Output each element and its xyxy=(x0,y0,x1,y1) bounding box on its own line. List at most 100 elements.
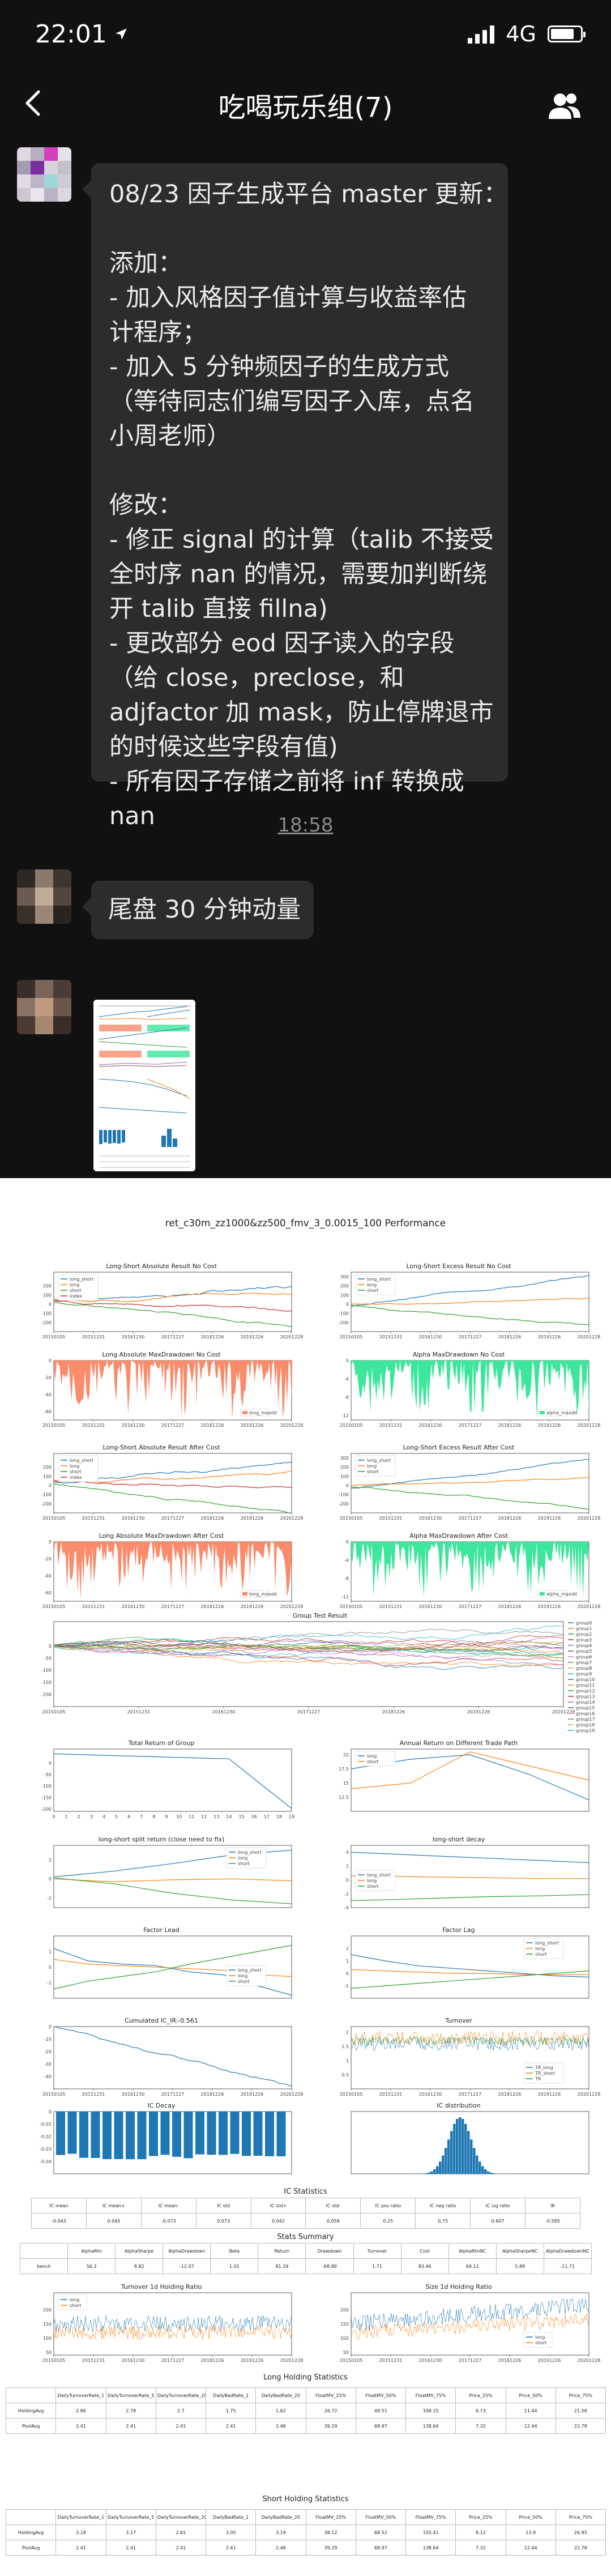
legend-label: group3 xyxy=(576,1637,592,1643)
ic-hist-bar xyxy=(430,2171,433,2174)
chevron-left-icon[interactable] xyxy=(17,86,51,120)
legend-label: long_maxdd xyxy=(249,1410,277,1415)
table-cell: 2.41 xyxy=(105,2418,156,2434)
x-tick-label: 20191226 xyxy=(538,1604,561,1609)
drawdown-area xyxy=(351,1542,589,1599)
table-cell: 13.9 xyxy=(505,2524,556,2540)
table-cell: 0.25 xyxy=(360,2213,416,2229)
table-cell: 26.72 xyxy=(305,2403,356,2419)
y-tick-label: -60 xyxy=(44,1409,52,1414)
chart-panel: Annual Return on Different Trade Path 20 1… xyxy=(328,1739,589,1824)
x-tick-label: 20171227 xyxy=(161,1604,185,1609)
x-tick-label: 20151231 xyxy=(379,1516,403,1521)
x-tick-label: 20150105 xyxy=(42,2358,66,2363)
message-line: - 修正 signal 的计算（talib 不接受 xyxy=(109,526,494,554)
legend-label: TR_short xyxy=(535,2071,555,2076)
avatar[interactable] xyxy=(17,869,71,924)
legend-swatch xyxy=(242,1592,247,1596)
table-header: IC mean xyxy=(31,2198,87,2214)
table-header: Price_25% xyxy=(455,2509,506,2525)
y-tick-label: 0 xyxy=(49,1302,52,1307)
legend-label: long xyxy=(238,1973,247,1978)
table-header: DailyBadRate_20 xyxy=(255,2387,306,2403)
y-tick-label: 50 xyxy=(343,2350,349,2355)
y-tick-label: 150 xyxy=(43,2322,52,2327)
table-cell: 21.56 xyxy=(555,2403,606,2419)
avatar[interactable] xyxy=(17,980,71,1034)
y-tick-label: 0 xyxy=(346,1302,349,1307)
report-thumbnail[interactable] xyxy=(93,1000,195,1171)
table-cell: 2.86 xyxy=(55,2403,106,2419)
table-header: Price_50% xyxy=(505,2387,556,2403)
table-cell: 108.15 xyxy=(405,2403,456,2419)
legend-label: short xyxy=(70,2303,82,2308)
y-tick-label: -10 xyxy=(44,2037,52,2042)
series-line xyxy=(53,1481,292,1489)
report-image: ret_c30m_zz1000&zz500_fmv_3_0.0015_100 P… xyxy=(0,1178,611,2576)
x-tick-label: 16 xyxy=(251,1814,257,1819)
x-tick-label: 1 xyxy=(65,1814,68,1819)
group-members-icon[interactable] xyxy=(544,88,584,122)
y-tick-label: -100 xyxy=(339,1311,349,1316)
table-header: Beta xyxy=(210,2243,259,2259)
chart-svg: Long Absolute MaxDrawdown After Cost 0 -20… xyxy=(42,1532,304,1609)
series-line xyxy=(53,1483,292,1513)
stats-title: IC Statistics xyxy=(284,2187,327,2196)
stats-table: DailyTurnoverRate_1 DailyTurnoverRate_5 Da… xyxy=(5,2509,606,2556)
stats-title: Long Holding Statistics xyxy=(263,2373,348,2382)
table-cell: 8.82 xyxy=(115,2258,164,2274)
x-tick-label: 20181226 xyxy=(201,2358,224,2363)
x-tick-label: 20191226 xyxy=(241,1334,264,1340)
ic-decay-bar xyxy=(230,2112,240,2154)
chart-panel: Long-Short Excess Result After Cost 300 20… xyxy=(328,1443,601,1522)
chart-svg: IC distribution xyxy=(351,2102,589,2174)
x-tick-label: 20161230 xyxy=(419,2358,442,2363)
chart-title: Factor Lag xyxy=(442,1926,475,1934)
table-cell: 68.52 xyxy=(355,2524,407,2540)
y-tick-label: -40 xyxy=(44,1392,52,1397)
message-bubble[interactable]: 尾盘 30 分钟动量 xyxy=(82,881,314,939)
table-header: AlphaDrawdownNC xyxy=(543,2243,592,2259)
series-line xyxy=(351,1477,589,1486)
x-tick-label: 4 xyxy=(102,1814,105,1819)
table-header: Turnover xyxy=(353,2243,401,2259)
table-header: AlphaRtn xyxy=(67,2243,116,2259)
chart-svg: Alpha MaxDrawdown After Cost 0 -4 -8 -12 2015… xyxy=(340,1532,601,1609)
chart-title: IC Decay xyxy=(148,2102,176,2109)
y-tick-label: -4 xyxy=(344,1376,349,1381)
chart-svg: Long-Short Excess Result After Cost 300 20… xyxy=(339,1444,601,1521)
ic-hist-bar xyxy=(470,2139,473,2174)
table-header: DailyTurnoverRate_5 xyxy=(105,2387,156,2403)
message-bubble[interactable]: 08/23 因子生成平台 master 更新： 添加： - 加入风格因子值计算与收益… xyxy=(82,163,508,830)
x-tick-label: 20150105 xyxy=(340,2358,363,2363)
x-tick-label: 20161230 xyxy=(419,2092,442,2097)
chart-svg: Annual Return on Different Trade Path 20 1… xyxy=(339,1739,589,1812)
x-tick-label: 20191226 xyxy=(241,1516,264,1521)
legend-label: long_short xyxy=(70,1277,93,1282)
legend-label: short xyxy=(238,1861,250,1866)
x-tick-label: 20171227 xyxy=(161,2092,185,2097)
x-tick-label: 5 xyxy=(115,1814,118,1819)
legend-label: group9 xyxy=(576,1671,592,1677)
table-cell: 1.75 xyxy=(205,2403,257,2419)
y-tick-label: -0.03 xyxy=(40,2147,52,2152)
x-tick-label: 20181226 xyxy=(498,2092,522,2097)
y-tick-label: -4 xyxy=(344,1905,349,1910)
table-cell: 68.97 xyxy=(355,2540,407,2556)
y-tick-label: 4 xyxy=(346,1850,349,1855)
chart-panel: Total Return of Group 0 -50 -100 -150 -200 0 1 2… xyxy=(31,1739,294,1824)
table-cell: 2.41 xyxy=(155,2418,207,2434)
legend-swatch xyxy=(540,1592,545,1596)
x-tick-label: 20171227 xyxy=(459,2092,482,2097)
chart-title: Turnover xyxy=(445,2017,472,2024)
ic-hist-bar xyxy=(456,2119,459,2174)
message-line: - 加入 5 分钟频因子的生成方式 xyxy=(109,353,449,381)
ic-decay-bar xyxy=(149,2112,158,2156)
legend-label: group12 xyxy=(576,1688,595,1694)
y-tick-label: -100 xyxy=(41,1311,52,1316)
avatar[interactable] xyxy=(17,147,71,202)
ic-decay-bar xyxy=(219,2112,228,2155)
x-tick-label: 20161230 xyxy=(419,1516,442,1521)
y-tick-label: -150 xyxy=(41,1795,52,1801)
table-cell: -12.07 xyxy=(163,2258,211,2274)
